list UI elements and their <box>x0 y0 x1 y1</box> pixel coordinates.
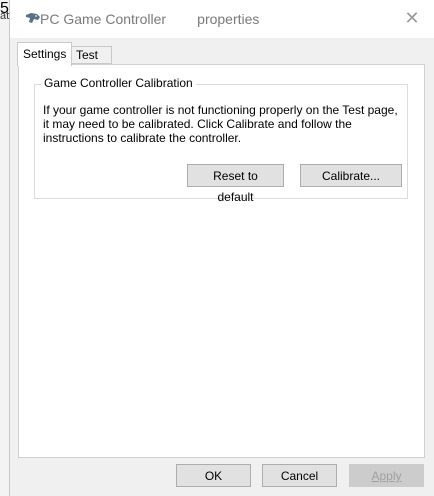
tab-settings[interactable]: Settings <box>17 42 73 66</box>
window-title: PC Game Controller properties <box>40 11 260 27</box>
ok-button[interactable]: OK <box>176 464 251 487</box>
tab-panel-settings: Game Controller Calibration If your game… <box>18 64 425 458</box>
cancel-button[interactable]: Cancel <box>262 464 337 487</box>
close-icon[interactable]: ✕ <box>402 8 422 28</box>
calibrate-button[interactable]: Calibrate... <box>300 164 402 187</box>
reset-to-default-button[interactable]: Reset to default <box>187 164 284 204</box>
background-window: at <box>0 0 9 496</box>
properties-dialog: PC Game Controller properties ✕ Settings… <box>9 0 434 496</box>
title-bar[interactable]: PC Game Controller properties ✕ <box>10 0 434 38</box>
groupbox-title: Game Controller Calibration <box>41 76 196 90</box>
apply-button-label: Apply <box>371 469 402 483</box>
calibration-description: If your game controller is not functioni… <box>43 103 398 145</box>
apply-button[interactable]: Apply <box>349 464 424 487</box>
calibration-groupbox: Game Controller Calibration If your game… <box>34 76 408 204</box>
tab-test[interactable]: Test <box>70 46 112 64</box>
